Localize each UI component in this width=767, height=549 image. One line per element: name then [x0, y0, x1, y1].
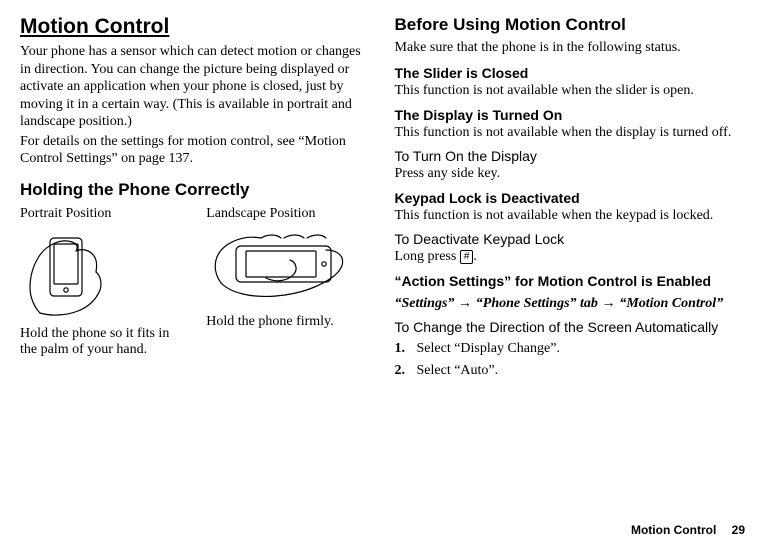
steps-list: 1. Select “Display Change”. 2. Select “A…: [395, 339, 748, 380]
deactivate-heading: To Deactivate Keypad Lock: [395, 231, 748, 247]
step-number: 2.: [395, 361, 417, 381]
slider-body: This function is not available when the …: [395, 82, 748, 100]
motion-control-title: Motion Control: [20, 15, 373, 39]
before-title: Before Using Motion Control: [395, 15, 748, 35]
page-footer: Motion Control 29: [631, 523, 745, 537]
nav-step-3: “Motion Control”: [619, 296, 723, 311]
footer-section: Motion Control: [631, 523, 716, 537]
step-text: Select “Display Change”.: [417, 339, 560, 359]
auto-dir-heading: To Change the Direction of the Screen Au…: [395, 319, 748, 335]
display-body: This function is not available when the …: [395, 124, 748, 142]
settings-nav-path: “Settings” → “Phone Settings” tab → “Mot…: [395, 293, 748, 313]
holding-title: Holding the Phone Correctly: [20, 180, 373, 200]
step-number: 1.: [395, 339, 417, 359]
landscape-label: Landscape Position: [206, 206, 372, 222]
slider-heading: The Slider is Closed: [395, 65, 748, 81]
list-item: 1. Select “Display Change”.: [395, 339, 748, 359]
footer-page-number: 29: [732, 523, 745, 537]
intro-paragraph-2: For details on the settings for motion c…: [20, 133, 373, 168]
list-item: 2. Select “Auto”.: [395, 361, 748, 381]
portrait-column: Portrait Position Hold the phone so: [20, 206, 186, 360]
display-heading: The Display is Turned On: [395, 107, 748, 123]
landscape-caption: Hold the phone firmly.: [206, 314, 372, 331]
arrow-icon: →: [601, 294, 619, 310]
positions-row: Portrait Position Hold the phone so: [20, 206, 373, 360]
nav-step-2: “Phone Settings” tab: [476, 296, 598, 311]
left-column: Motion Control Your phone has a sensor w…: [20, 15, 373, 382]
portrait-label: Portrait Position: [20, 206, 186, 222]
deactivate-suffix: .: [473, 249, 477, 264]
deactivate-body: Long press #.: [395, 248, 748, 266]
hash-key-icon: #: [460, 250, 474, 264]
arrow-icon: →: [458, 294, 476, 310]
landscape-column: Landscape Position: [206, 206, 372, 360]
action-settings-heading: “Action Settings” for Motion Control is …: [395, 273, 748, 289]
step-text: Select “Auto”.: [417, 361, 499, 381]
portrait-phone-illustration: [20, 228, 115, 318]
before-intro: Make sure that the phone is in the follo…: [395, 39, 748, 57]
turn-on-body: Press any side key.: [395, 165, 748, 183]
nav-step-1: “Settings”: [395, 296, 455, 311]
keypad-body: This function is not available when the …: [395, 207, 748, 225]
landscape-phone-illustration: [206, 228, 356, 306]
right-column: Before Using Motion Control Make sure th…: [395, 15, 748, 382]
portrait-caption: Hold the phone so it fits in the palm of…: [20, 326, 186, 360]
intro-paragraph-1: Your phone has a sensor which can detect…: [20, 43, 373, 131]
deactivate-prefix: Long press: [395, 249, 460, 264]
turn-on-heading: To Turn On the Display: [395, 148, 748, 164]
keypad-heading: Keypad Lock is Deactivated: [395, 190, 748, 206]
